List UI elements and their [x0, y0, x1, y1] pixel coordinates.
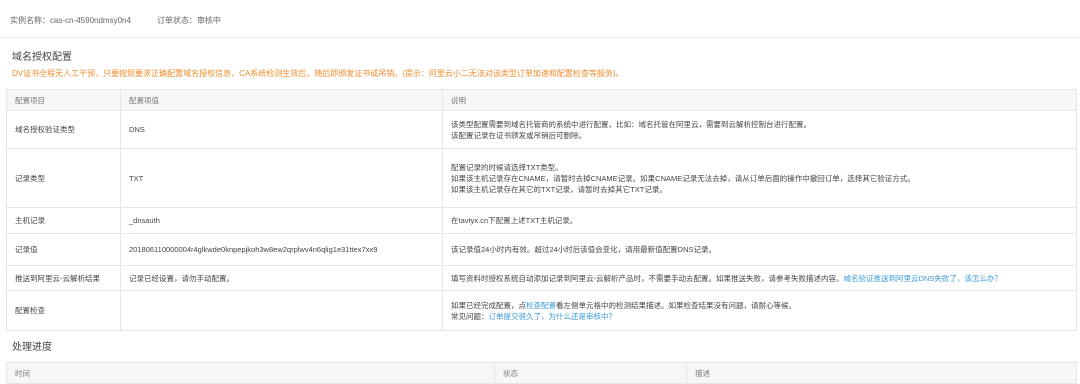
row-desc: 填写资料时授权系统自动添加记录到阿里云-云解析产品时，不需要手动去配置。如果推送…: [442, 265, 1077, 291]
table-row: 配置检查 如果已经完成配置，点检查配置看左侧单元格中的检测结果描述。如果检查结果…: [6, 290, 1077, 331]
order-status: 订单状态：审核中: [156, 16, 221, 25]
row-item: 记录类型: [6, 148, 121, 208]
row-desc: 在tavtyx.cn下配置上述TXT主机记录。: [442, 207, 1077, 234]
instance-info-bar: 实例名称：cas-cn-4590ndmsy0n4 订单状态：审核中: [10, 14, 221, 28]
domain-config-title: 域名授权配置: [12, 52, 72, 63]
push-result-value: 记录已经设置，请勿手动配置。: [120, 265, 443, 291]
order-detail-page: 实例名称：cas-cn-4590ndmsy0n4 订单状态：审核中 域名授权配置…: [0, 0, 1080, 384]
faq-pending-review-link[interactable]: 订单提交很久了，为什么还是审核中？: [489, 312, 617, 321]
table-row: 主机记录 _dnsauth 在tavtyx.cn下配置上述TXT主机记录。: [6, 207, 1077, 234]
table-header-row: 时间 状态 描述: [6, 362, 1077, 384]
column-header-desc: 说明: [442, 89, 1077, 111]
row-desc: 该记录值24小时内有效。超过24小时后该值会变化，请用最新值配置DNS记录。: [442, 233, 1077, 266]
table-row: 域名授权验证类型 DNS 该类型配置需要到域名托管商的系统中进行配置，比如：域名…: [6, 110, 1077, 149]
row-desc: 配置记录的时候请选择TXT类型。 如果该主机记录存在CNAME，请暂时去掉CNA…: [442, 148, 1077, 208]
row-value: [120, 290, 443, 331]
table-row: 记录值 201806110000004r4glkwde0knpepjkoh3w8…: [6, 233, 1077, 266]
row-desc: 该类型配置需要到域名托管商的系统中进行配置，比如：域名托管在阿里云，需要到云解析…: [442, 110, 1077, 149]
row-item: 主机记录: [6, 207, 121, 234]
column-header-description: 描述: [686, 362, 1077, 384]
row-item: 域名授权验证类型: [6, 110, 121, 149]
check-config-link[interactable]: 检查配置: [526, 301, 556, 310]
row-value: 201806110000004r4glkwde0knpepjkoh3w8ew2q…: [120, 233, 443, 266]
instance-name: 实例名称：cas-cn-4590ndmsy0n4: [10, 16, 131, 25]
row-item: 配置检查: [6, 290, 121, 331]
divider: [0, 37, 1080, 38]
dns-push-failed-help-link[interactable]: 域名验证推送到阿里云DNS失败了，该怎么办？: [844, 274, 1002, 283]
row-value: TXT: [120, 148, 443, 208]
column-header-value: 配置项值: [120, 89, 443, 111]
table-row: 推送到阿里云-云解析结果 记录已经设置，请勿手动配置。 填写资料时授权系统自动添…: [6, 265, 1077, 291]
dv-warning-text: DV证书全程无人工干预，只要按照要求正确配置域名授权信息，CA系统检测生效后，随…: [12, 69, 624, 78]
table-header-row: 配置项目 配置项值 说明: [6, 89, 1077, 111]
progress-table: 时间 状态 描述: [6, 362, 1077, 384]
progress-title: 处理进度: [12, 342, 52, 353]
column-header-item: 配置项目: [6, 89, 121, 111]
row-desc: 如果已经完成配置，点检查配置看左侧单元格中的检测结果描述。如果检查结果没有问题，…: [442, 290, 1077, 331]
domain-config-table: 配置项目 配置项值 说明 域名授权验证类型 DNS 该类型配置需要到域名托管商的…: [6, 89, 1077, 331]
column-header-time: 时间: [6, 362, 495, 384]
row-value: DNS: [120, 110, 443, 149]
row-value: _dnsauth: [120, 207, 443, 234]
column-header-status: 状态: [494, 362, 687, 384]
row-item: 记录值: [6, 233, 121, 266]
row-item: 推送到阿里云-云解析结果: [6, 265, 121, 291]
table-row: 记录类型 TXT 配置记录的时候请选择TXT类型。 如果该主机记录存在CNAME…: [6, 148, 1077, 208]
